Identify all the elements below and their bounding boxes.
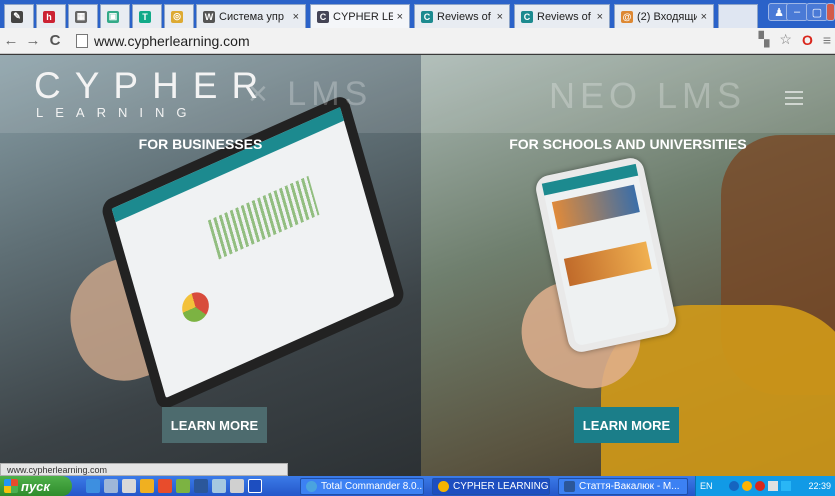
tab-title: Reviews of S [437,10,493,23]
system-tray: EN 22:39 [695,476,835,496]
mail-icon: @ [621,10,633,23]
close-icon[interactable]: × [597,11,603,23]
product-neo-lms: NEO LMS [549,75,747,116]
hn-icon: h [43,10,55,23]
schools-panel[interactable]: NEO LMS FOR SCHOOLS AND UNIVERSITIES LEA… [421,55,835,476]
app-icon [306,481,317,492]
close-icon[interactable]: × [701,11,707,23]
windows-flag-icon [4,479,18,493]
close-icon[interactable]: × [293,11,299,23]
learn-more-business-button[interactable]: LEARN MORE [162,407,267,443]
tab-pinned-2[interactable]: h [36,4,66,28]
clock[interactable]: 22:39 [808,481,831,491]
opera-icon[interactable]: O [802,32,813,48]
logo-cypher[interactable]: CYPHER [34,65,272,107]
close-icon[interactable]: × [497,11,503,23]
ie-icon[interactable] [86,479,100,493]
desktop-icon[interactable] [104,479,118,493]
close-window-button[interactable] [826,3,835,21]
tab-pinned-6[interactable]: ◎ [164,4,194,28]
task-label: Total Commander 8.0... [321,481,424,492]
c-icon: C [521,10,533,23]
task-cypher[interactable]: CYPHER LEARNING - ... [432,478,550,495]
task-label: Стаття-Вакалюк - M... [579,481,680,492]
translate-icon[interactable]: ▚ [759,31,770,48]
tray-icons [729,481,792,491]
tray-icon[interactable] [729,481,740,491]
network-icon[interactable] [781,481,792,491]
product-x-lms: × LMS [248,75,373,113]
gift-icon: ▣ [107,10,119,23]
browser-tab-strip: ✎ h ▦ ▣ T ◎ W Система упр × C CYPHER LEA… [0,0,835,28]
task-word-doc[interactable]: Стаття-Вакалюк - M... [558,478,688,495]
app-icon[interactable] [176,479,190,493]
web-page: CYPHER LEARNING × LMS FOR BUSINESSES LEA… [0,55,835,476]
task-label: CYPHER LEARNING - ... [453,481,549,492]
app-icon[interactable] [230,479,244,493]
menu-icon[interactable]: ≡ [823,32,831,48]
minimize-button[interactable]: – [786,3,808,21]
t-icon: T [139,10,151,23]
start-button[interactable]: пуск [0,476,72,496]
page-icon [76,34,88,48]
word-icon[interactable] [194,479,208,493]
grid-icon: ▦ [75,10,87,23]
maximize-button[interactable]: ▢ [806,3,828,21]
app-icon[interactable] [248,479,262,493]
hamburger-menu-icon[interactable] [785,87,803,109]
tab-title: Система упр [219,10,284,23]
tab-title: CYPHER LEAF [333,10,393,23]
language-indicator[interactable]: EN [700,481,713,491]
word-icon [564,481,575,492]
tab-pinned-3[interactable]: ▦ [68,4,98,28]
app-icon[interactable] [158,479,172,493]
tab-title: Reviews of E [537,10,593,23]
new-tab-button[interactable] [718,4,758,28]
url-text: www.cypherlearning.com [94,33,250,49]
task-total-commander[interactable]: Total Commander 8.0... [300,478,424,495]
heading-businesses: FOR BUSINESSES [138,136,263,152]
w-icon: W [203,10,215,23]
tab-reviews-1[interactable]: C Reviews of S × [414,4,510,28]
business-panel[interactable]: CYPHER LEARNING × LMS FOR BUSINESSES LEA… [0,55,421,476]
status-bar-url: www.cypherlearning.com [0,463,288,476]
tab-pinned-1[interactable]: ✎ [4,4,34,28]
quick-launch [86,479,262,493]
browser-toolbar: ← → C www.cypherlearning.com ▚ ☆ O ≡ [0,28,835,54]
pin-icon: ✎ [11,10,23,23]
tab-title: (2) Входящи [637,10,697,23]
heading-schools: FOR SCHOOLS AND UNIVERSITIES [509,136,747,152]
learn-more-schools-button[interactable]: LEARN MORE [574,407,679,443]
address-bar[interactable]: www.cypherlearning.com [76,31,746,51]
chrome-icon[interactable] [140,479,154,493]
tab-sistema[interactable]: W Система упр × [196,4,306,28]
tab-cypher[interactable]: C CYPHER LEAF × [310,4,410,28]
tray-icon[interactable] [742,481,753,491]
network-icon[interactable] [122,479,136,493]
logo-learning: LEARNING [36,105,199,120]
image-icon[interactable] [212,479,226,493]
forward-arrow-icon[interactable]: → [22,30,44,52]
windows-taskbar: пуск Total Commander 8.0... CYPHER LEARN… [0,476,835,496]
opera-icon[interactable] [755,481,766,491]
tab-pinned-4[interactable]: ▣ [100,4,130,28]
target-icon: ◎ [171,10,183,23]
volume-icon[interactable] [768,481,779,491]
tab-inbox[interactable]: @ (2) Входящи × [614,4,714,28]
chrome-icon [438,481,449,492]
start-label: пуск [21,478,50,494]
tab-reviews-2[interactable]: C Reviews of E × [514,4,610,28]
c-icon: C [317,10,329,23]
c-icon: C [421,10,433,23]
close-icon[interactable]: × [397,11,403,23]
back-arrow-icon[interactable]: ← [0,30,22,52]
reload-icon[interactable]: C [44,30,66,52]
star-icon[interactable]: ☆ [779,31,792,48]
tab-pinned-5[interactable]: T [132,4,162,28]
